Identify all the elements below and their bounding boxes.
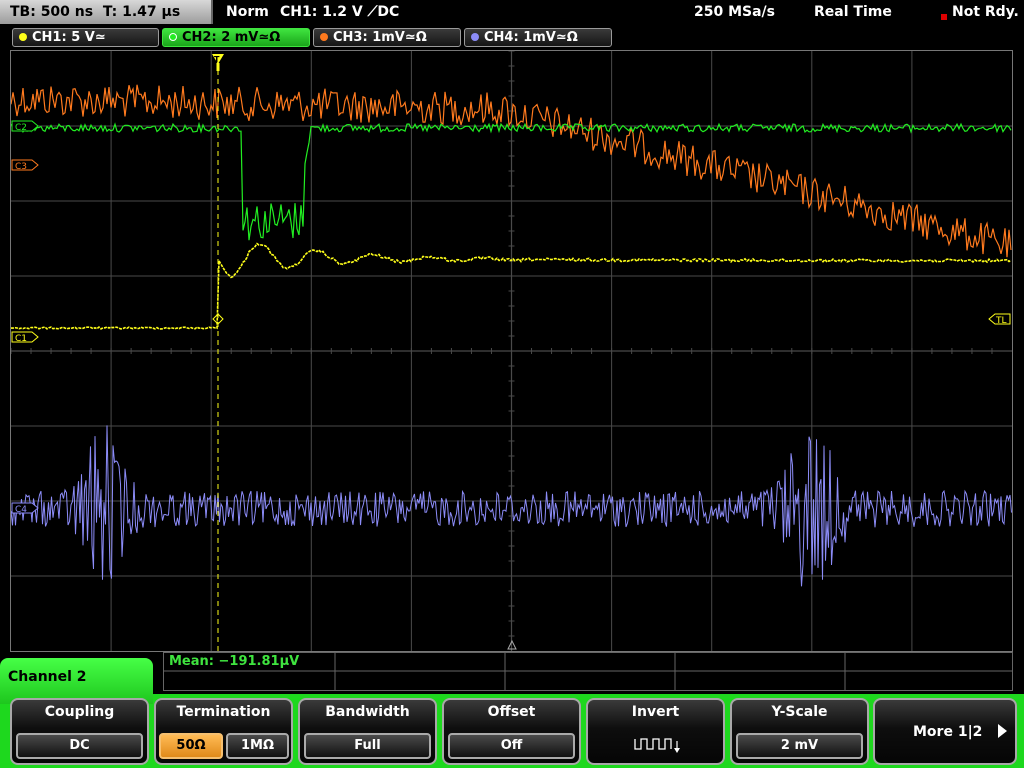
more-label: More 1|2: [913, 724, 983, 740]
ch1-marker-label: C1: [15, 334, 27, 344]
ch2-color-dot: [169, 32, 177, 41]
tab-ch4-label: CH4: 1mV≃Ω: [484, 30, 578, 45]
status-indicator: [941, 14, 947, 20]
timebase-box[interactable]: TB: 500 ns T: 1.47 µs: [0, 0, 213, 24]
ch1-color-dot: [19, 32, 27, 41]
termination-option-50ohm[interactable]: 50Ω: [159, 733, 223, 759]
bandwidth-title: Bandwidth: [325, 704, 410, 720]
acquisition-mode[interactable]: Real Time: [814, 0, 892, 24]
ch1-ground-marker[interactable]: C1: [11, 331, 39, 344]
coupling-value[interactable]: DC: [16, 733, 143, 759]
tab-ch3[interactable]: CH3: 1mV≃Ω: [313, 28, 461, 47]
invert-pulse-icon: [634, 738, 680, 753]
yscale-softkey[interactable]: Y-Scale 2 mV: [730, 698, 869, 765]
ch3-ground-marker[interactable]: C3: [11, 159, 39, 172]
offset-title: Offset: [487, 704, 536, 720]
more-softkey[interactable]: More 1|2: [873, 698, 1017, 765]
yscale-title: Y-Scale: [771, 704, 828, 720]
tab-ch1[interactable]: CH1: 5 V≃: [12, 28, 159, 47]
trigger-position-text: T: [214, 55, 220, 64]
termination-softkey[interactable]: Termination 50Ω 1MΩ: [154, 698, 293, 765]
offset-value[interactable]: Off: [448, 733, 575, 759]
menu-title: Channel 2: [8, 669, 87, 685]
ch2-marker-label: C2: [15, 123, 27, 133]
yscale-value[interactable]: 2 mV: [736, 733, 863, 759]
offset-softkey[interactable]: Offset Off: [442, 698, 581, 765]
ch4-ground-marker[interactable]: C4: [11, 502, 39, 515]
ch4-marker-label: C4: [15, 505, 27, 515]
trigger-time-value: T: 1.47 µs: [102, 4, 181, 20]
tab-ch4[interactable]: CH4: 1mV≃Ω: [464, 28, 612, 47]
invert-softkey[interactable]: Invert: [586, 698, 725, 765]
trigger-level-marker[interactable]: TL: [988, 313, 1011, 326]
bandwidth-softkey[interactable]: Bandwidth Full: [298, 698, 437, 765]
ch4-color-dot: [471, 32, 479, 41]
trigger-mode[interactable]: Norm: [226, 0, 269, 24]
mean-measurement: Mean: −191.81µV: [169, 654, 300, 669]
tab-ch3-label: CH3: 1mV≃Ω: [333, 30, 427, 45]
tab-ch2[interactable]: CH2: 2 mV≃Ω: [162, 28, 310, 47]
trigger-setting[interactable]: CH1: 1.2 V ⟋DC: [280, 0, 399, 24]
next-page-icon: [998, 724, 1007, 738]
tab-ch2-label: CH2: 2 mV≃Ω: [182, 30, 281, 45]
invert-title: Invert: [631, 704, 680, 720]
graticule: [11, 51, 1012, 651]
bandwidth-value[interactable]: Full: [304, 733, 431, 759]
coupling-title: Coupling: [44, 704, 115, 720]
coupling-softkey[interactable]: Coupling DC: [10, 698, 149, 765]
sample-rate: 250 MSa/s: [694, 4, 776, 20]
ch3-marker-label: C3: [15, 162, 27, 172]
ch2-ground-marker[interactable]: C2: [11, 120, 39, 133]
termination-option-1mohm[interactable]: 1MΩ: [226, 733, 289, 759]
trigger-position-marker[interactable]: T: [212, 54, 224, 71]
tab-ch1-label: CH1: 5 V≃: [32, 30, 106, 45]
termination-title: Termination: [176, 704, 271, 720]
trigger-level-label: TL: [995, 316, 1007, 326]
trigger-status: Not Rdy.: [952, 4, 1019, 20]
timebase-value: TB: 500 ns: [10, 4, 94, 20]
waveform-display[interactable]: T C3 C2 C1 C4 TL: [10, 50, 1013, 652]
ch3-color-dot: [320, 32, 328, 41]
